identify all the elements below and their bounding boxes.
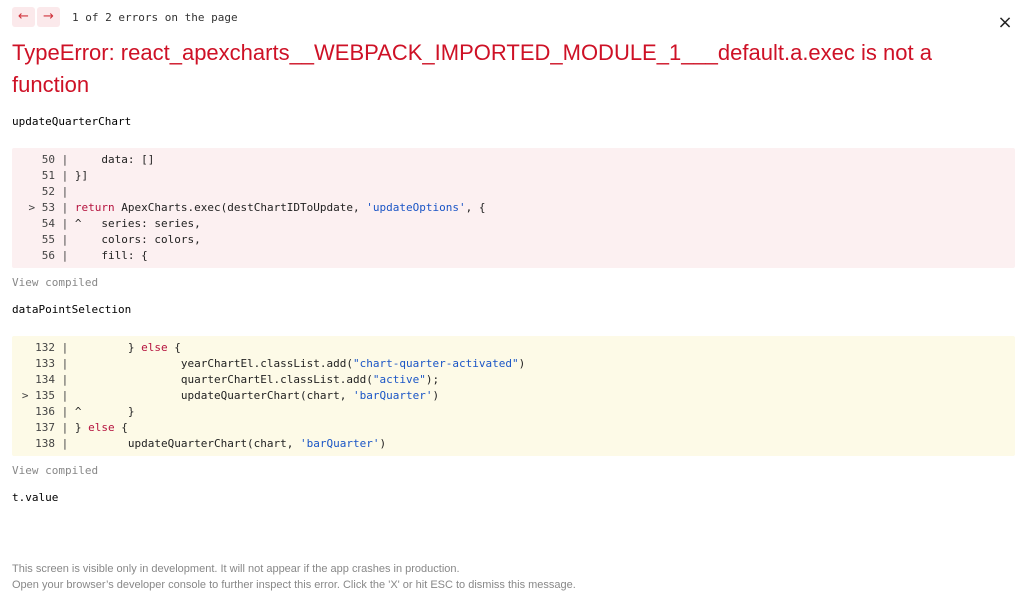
line-number: 50 [41, 153, 55, 166]
code-snippet: 50 | data: [] 51 | }] 52 | > 53 | return A… [12, 148, 1015, 268]
code-line: 137 | } else { [17, 420, 1015, 436]
line-separator: | [55, 153, 75, 166]
code-line: 52 | [17, 184, 1015, 200]
line-number: 134 [35, 373, 55, 386]
line-number: > 53 [28, 201, 56, 214]
line-separator: | [55, 169, 75, 182]
code-line: 138 | updateQuarterChart(chart, 'barQuar… [17, 436, 1015, 452]
line-separator: | [55, 357, 75, 370]
error-counter: 1 of 2 errors on the page [72, 10, 238, 24]
code-token: ^ } [74, 405, 135, 418]
next-error-button[interactable]: → [37, 7, 60, 27]
error-title: TypeError: react_apexcharts__WEBPACK_IMP… [12, 40, 932, 97]
line-number: 51 [41, 169, 55, 182]
code-token: ) [432, 389, 440, 402]
code-snippet: 132 | } else {133 | yearChartEl.classLis… [12, 336, 1015, 456]
code-token: ) [379, 437, 387, 450]
line-number: 138 [35, 437, 55, 450]
code-token: return [74, 201, 115, 214]
stack-frame-2: t.value [12, 492, 1023, 504]
code-token: } [74, 421, 89, 434]
dev-footer: This screen is visible only in developme… [12, 561, 576, 593]
frame-function-name: dataPointSelection [12, 303, 132, 316]
code-token: ) [518, 357, 526, 370]
error-navigation: ← → 1 of 2 errors on the page [12, 7, 1023, 27]
line-separator: | [55, 437, 75, 450]
line-number: 54 [41, 217, 55, 230]
code-line: > 53 | return ApexCharts.exec(destChartI… [17, 200, 1015, 216]
code-token: 'updateOptions' [366, 201, 466, 214]
stack-frame-1: dataPointSelection 132 | } else {133 | y… [12, 304, 1023, 477]
code-token: }] [74, 169, 89, 182]
line-separator: | [55, 217, 75, 230]
line-number: 133 [35, 357, 55, 370]
code-line: 136 | ^ } [17, 404, 1015, 420]
frame-function-name: t.value [12, 491, 59, 504]
code-token: colors: colors, [74, 233, 201, 246]
code-token: { [167, 341, 181, 354]
code-token: 'barQuarter' [300, 437, 380, 450]
line-separator: | [55, 185, 75, 198]
code-token: "active" [372, 373, 426, 386]
line-number: 56 [41, 249, 55, 262]
code-token: { [114, 421, 128, 434]
code-token: quarterChartEl.classList.add( [74, 373, 373, 386]
code-line: 134 | quarterChartEl.classList.add("acti… [17, 372, 1015, 388]
line-number: > 135 [21, 389, 55, 402]
line-number: 137 [35, 421, 55, 434]
code-line: 51 | }] [17, 168, 1015, 184]
line-separator: | [55, 341, 75, 354]
code-line: 133 | yearChartEl.classList.add("chart-q… [17, 356, 1015, 372]
code-token: updateQuarterChart(chart, [74, 389, 354, 402]
line-number: 136 [35, 405, 55, 418]
code-token: } [74, 341, 142, 354]
line-separator: | [55, 373, 75, 386]
code-line: 54 | ^ series: series, [17, 216, 1015, 232]
code-token: fill: { [74, 249, 148, 262]
code-line: 55 | colors: colors, [17, 232, 1015, 248]
code-token: else [88, 421, 115, 434]
line-number: 132 [35, 341, 55, 354]
code-token: data: [] [74, 153, 155, 166]
code-line: 132 | } else { [17, 340, 1015, 356]
line-separator: | [55, 405, 75, 418]
code-token: ); [425, 373, 440, 386]
line-number: 52 [41, 185, 55, 198]
code-token: else [141, 341, 168, 354]
code-token: ApexCharts.exec(destChartIDToUpdate, [114, 201, 367, 214]
previous-error-button[interactable]: ← [12, 7, 35, 27]
code-token: 'barQuarter' [353, 389, 433, 402]
view-compiled-link[interactable]: View compiled [12, 465, 1023, 477]
close-icon[interactable]: × [997, 14, 1013, 32]
line-separator: | [55, 233, 75, 246]
footer-note: This screen is visible only in developme… [12, 563, 460, 575]
line-separator: | [55, 421, 75, 434]
code-token: "chart-quarter-activated" [353, 357, 519, 370]
stack-frame-0: updateQuarterChart 50 | data: [] 51 | }] 5… [12, 116, 1023, 289]
footer-instructions: Open your browser’s developer console to… [12, 579, 576, 591]
line-separator: | [55, 201, 75, 214]
line-separator: | [55, 389, 75, 402]
line-number: 55 [41, 233, 55, 246]
code-line: 50 | data: [] [17, 152, 1015, 168]
code-token: ^ series: series, [74, 217, 201, 230]
code-token: yearChartEl.classList.add( [74, 357, 354, 370]
error-overlay: ← → 1 of 2 errors on the page × TypeErro… [0, 0, 1035, 607]
frame-function-name: updateQuarterChart [12, 115, 132, 128]
code-line: > 135 | updateQuarterChart(chart, 'barQu… [17, 388, 1015, 404]
code-token: , { [465, 201, 486, 214]
view-compiled-link[interactable]: View compiled [12, 277, 1023, 289]
line-separator: | [55, 249, 75, 262]
code-line: 56 | fill: { [17, 248, 1015, 264]
code-token: updateQuarterChart(chart, [74, 437, 301, 450]
